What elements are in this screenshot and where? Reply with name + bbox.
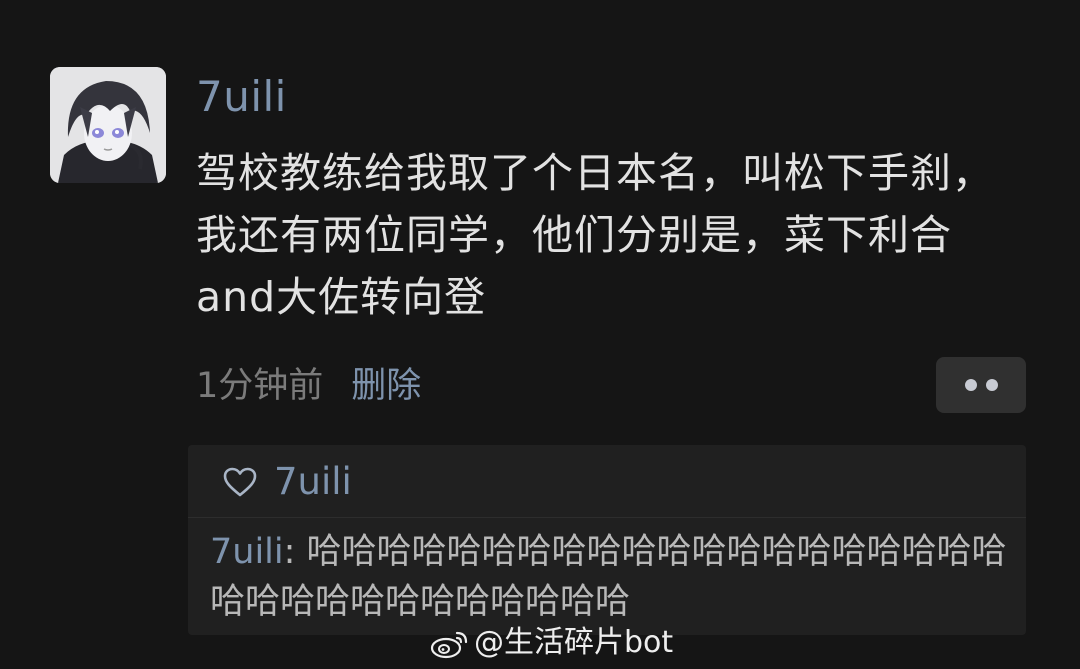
post-meta: 1分钟前 删除 (196, 362, 421, 410)
comment-text: 哈哈哈哈哈哈哈哈哈哈哈哈哈哈哈哈哈哈哈哈哈哈哈哈哈哈哈哈哈哈哈哈 (210, 532, 1007, 622)
more-dots-icon (964, 379, 977, 391)
comment-separator: : (283, 532, 307, 572)
comment: 7uili: 哈哈哈哈哈哈哈哈哈哈哈哈哈哈哈哈哈哈哈哈哈哈哈哈哈哈哈哈哈哈哈哈 (210, 527, 1010, 627)
anime-avatar-image (50, 67, 166, 183)
more-options-button[interactable] (936, 357, 1026, 413)
delete-button[interactable]: 删除 (351, 362, 421, 410)
divider (188, 517, 1026, 518)
post-text: 驾校教练给我取了个日本名，叫松下手刹，我还有两位同学，他们分别是，菜下利合 an… (196, 149, 994, 321)
reply-card: 7uili 7uili: 哈哈哈哈哈哈哈哈哈哈哈哈哈哈哈哈哈哈哈哈哈哈哈哈哈哈哈… (188, 445, 1026, 635)
comment-author[interactable]: 7uili (210, 532, 284, 572)
liked-by-user[interactable]: 7uili (274, 459, 352, 505)
weibo-logo-icon (430, 631, 468, 659)
watermark: @生活碎片bot (430, 624, 673, 662)
avatar[interactable] (50, 67, 166, 183)
post-timestamp: 1分钟前 (196, 366, 324, 406)
heart-icon[interactable] (222, 466, 258, 498)
likes-row: 7uili (222, 459, 352, 505)
more-dots-icon (985, 379, 998, 391)
post-author-name[interactable]: 7uili (196, 72, 287, 122)
watermark-text: @生活碎片bot (474, 625, 674, 660)
